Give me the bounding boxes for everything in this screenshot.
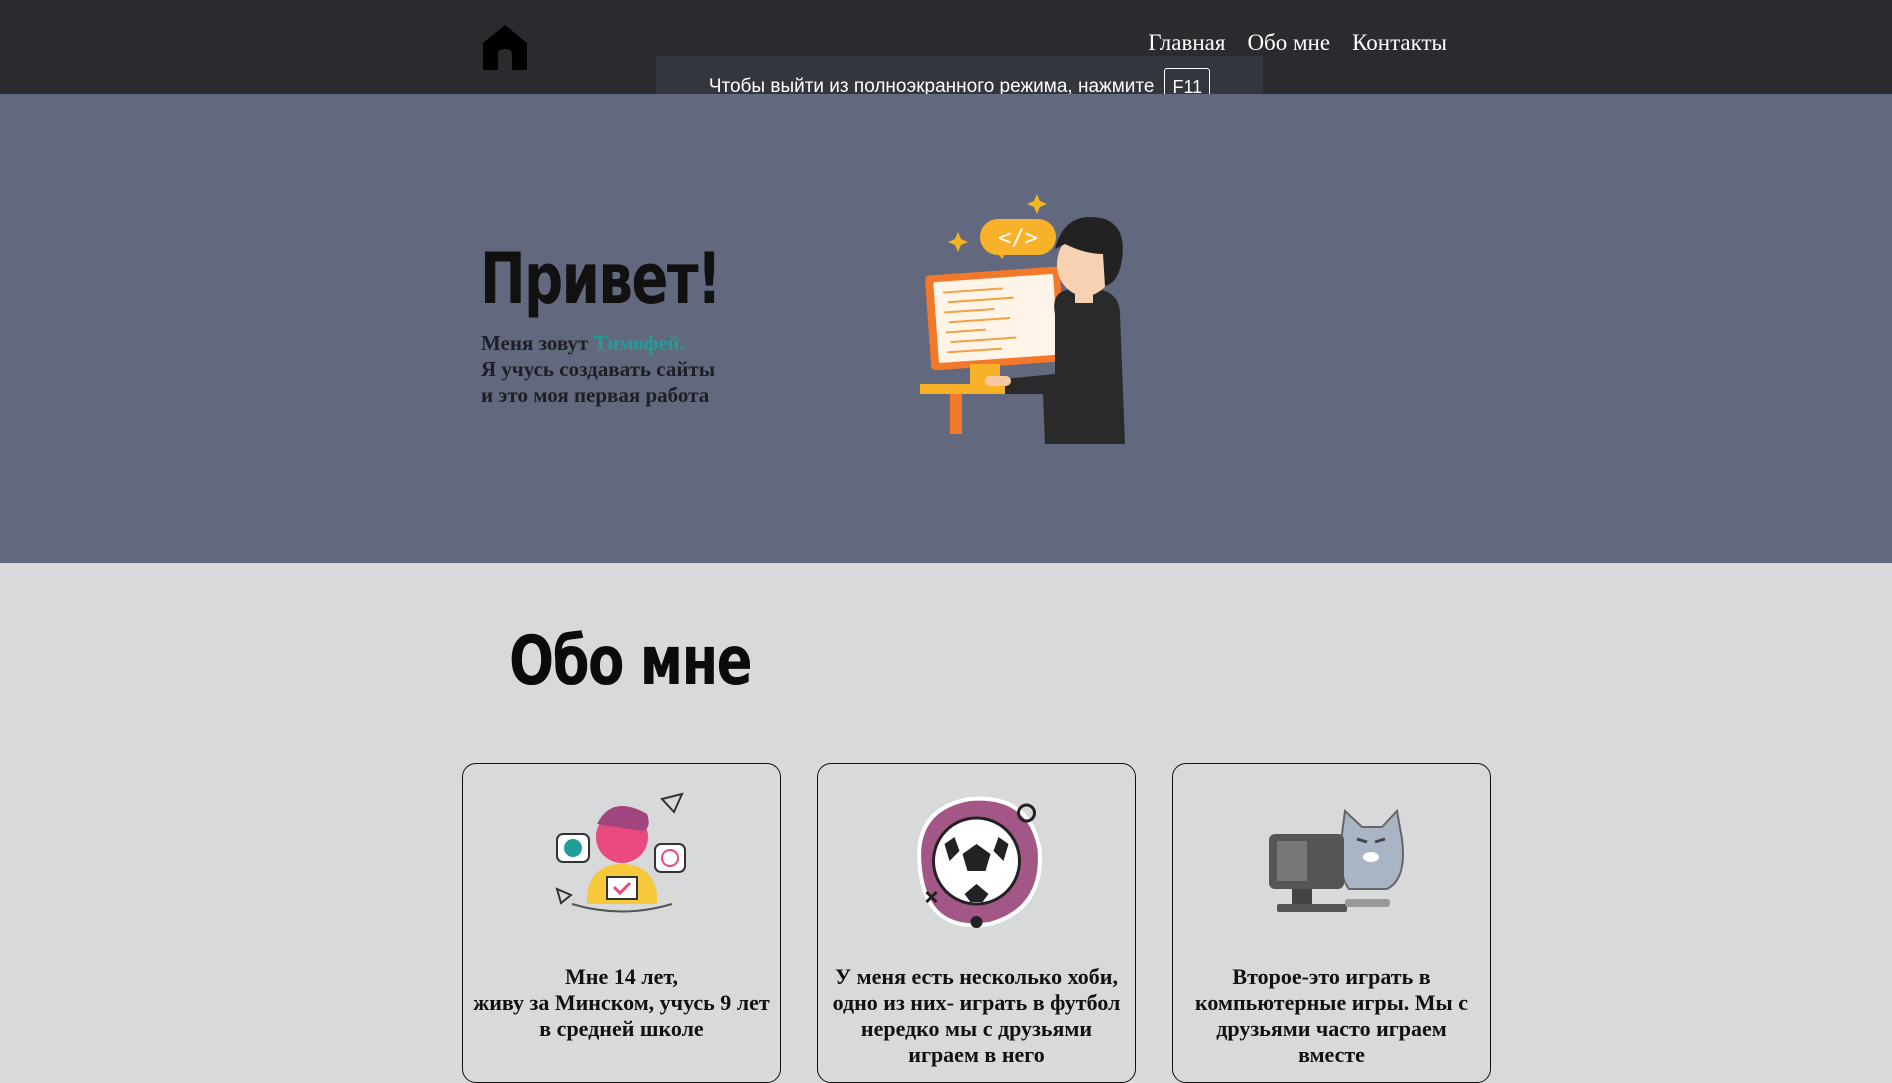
card-text-age: Мне 14 лет, живу за Минском, учусь 9 лет…: [473, 964, 770, 1041]
main-nav: Главная Обо мне Контакты: [1148, 30, 1447, 56]
nav-link-home[interactable]: Главная: [1148, 30, 1225, 56]
student-icon: [554, 792, 686, 913]
hero-intro: Меня зовут Тимофей. Я учусь создавать са…: [481, 330, 715, 408]
programmer-illustration: </>: [920, 194, 1125, 444]
intro-line-2: Я учусь создавать сайты: [481, 357, 716, 381]
about-card-games: Второе-это играть в компьютерные игры. М…: [1172, 763, 1491, 1083]
soccer-ball-icon: [916, 796, 1042, 928]
about-title: Обо мне: [509, 622, 753, 701]
intro-line-3: и это моя первая работа: [481, 383, 710, 407]
hero-title: Привет!: [480, 238, 722, 320]
intro-prefix: Меня зовут: [481, 331, 594, 355]
svg-text:</>: </>: [998, 226, 1038, 251]
about-card-age: Мне 14 лет, живу за Минском, учусь 9 лет…: [462, 763, 781, 1083]
card-text-games: Второе-это играть в компьютерные игры. М…: [1195, 964, 1468, 1067]
cat-computer-icon: [1268, 808, 1404, 912]
about-card-football: У меня есть несколько хоби, одно из них-…: [817, 763, 1136, 1083]
intro-name: Тимофей.: [593, 331, 685, 355]
home-icon[interactable]: [480, 22, 530, 72]
nav-link-about[interactable]: Обо мне: [1247, 30, 1330, 56]
card-text-football: У меня есть несколько хоби, одно из них-…: [832, 964, 1121, 1067]
nav-link-contacts[interactable]: Контакты: [1352, 30, 1447, 56]
hero-section: Привет! Меня зовут Тимофей. Я учусь созд…: [0, 94, 1892, 563]
